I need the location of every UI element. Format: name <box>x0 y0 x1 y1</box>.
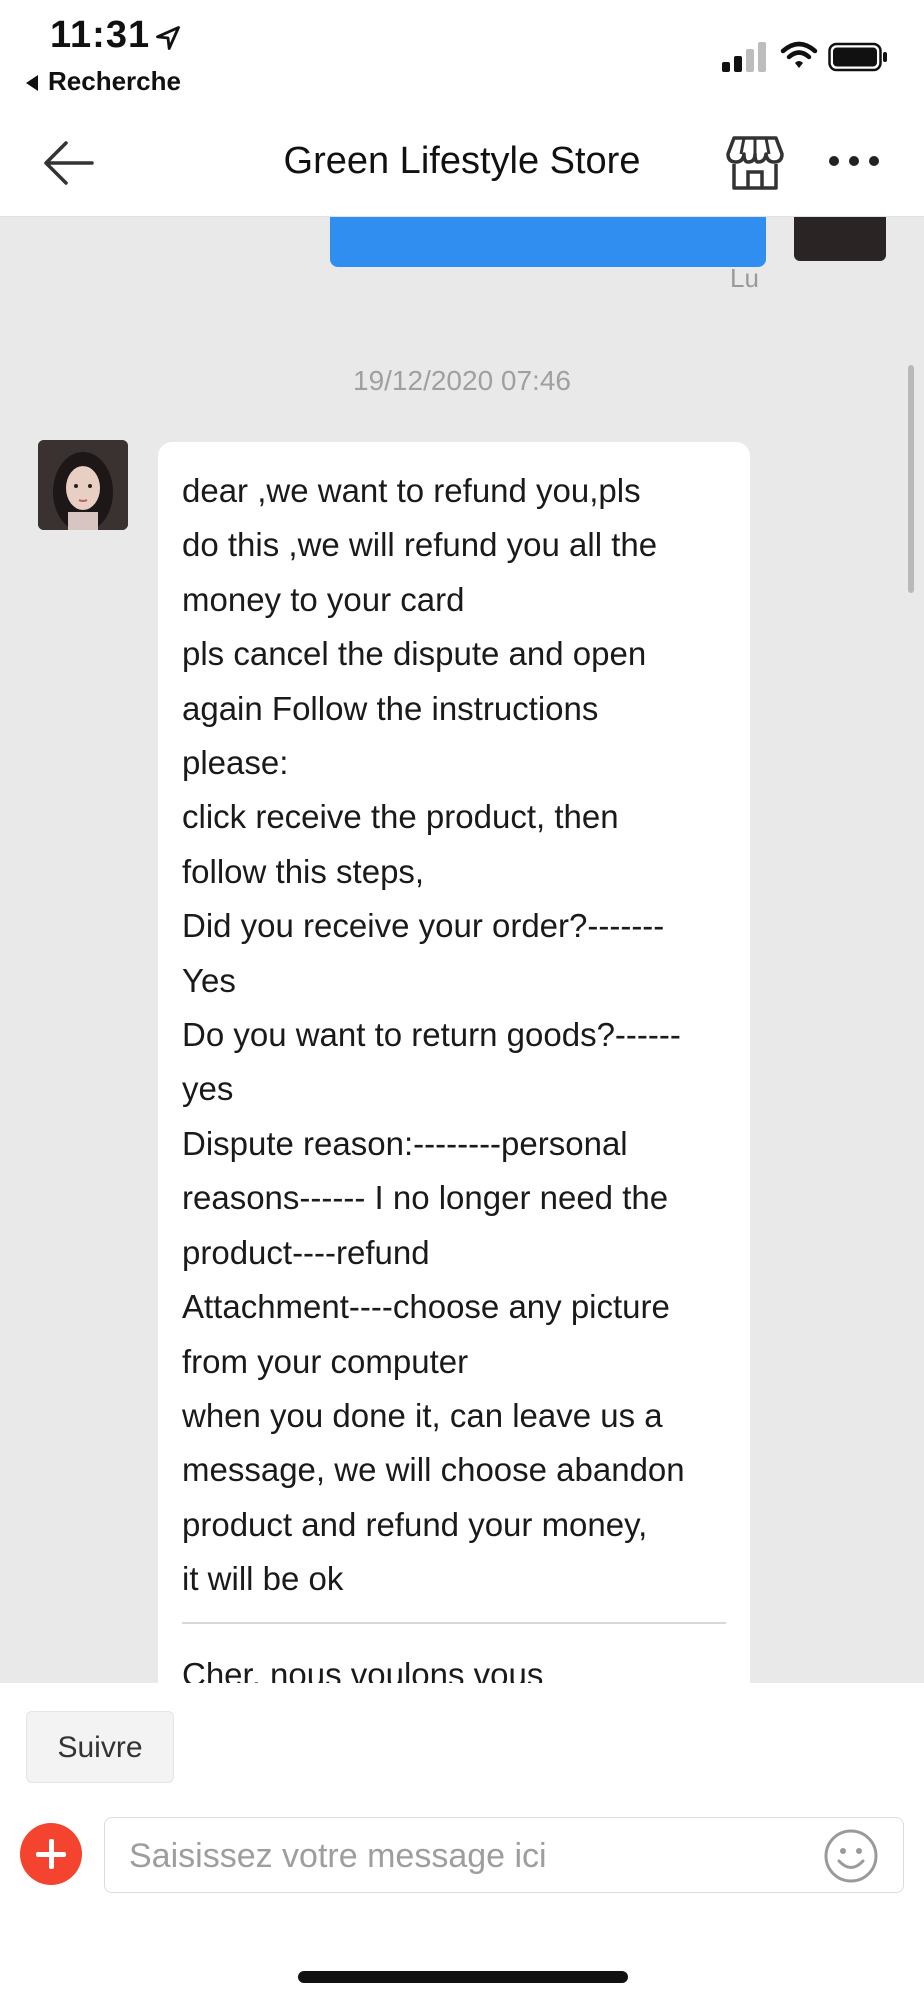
message-line: message, we will choose abandon <box>182 1451 685 1489</box>
store-title: Green Lifestyle Store <box>283 140 641 182</box>
seller-avatar[interactable] <box>38 440 128 530</box>
sent-message-bubble[interactable] <box>330 217 766 267</box>
more-options-icon[interactable] <box>828 146 880 176</box>
message-line: Attachment----choose any picture <box>182 1288 670 1326</box>
message-line: pls cancel the dispute and open <box>182 635 647 673</box>
received-message-bubble[interactable]: dear ,we want to refund you,pls do this … <box>158 442 750 1683</box>
message-line: Dispute reason:--------personal <box>182 1124 628 1162</box>
message-line: click receive the product, then <box>182 798 619 836</box>
message-line: Did you receive your order?------- <box>182 907 665 945</box>
chat-area[interactable]: Lu 19/12/2020 07:46 dear ,we want to ref… <box>0 217 924 1683</box>
message-line: follow this steps, <box>182 852 425 890</box>
status-time: 11:31 <box>50 14 151 56</box>
message-line: from your computer <box>182 1342 469 1380</box>
chat-scrollbar[interactable] <box>908 365 914 593</box>
home-indicator[interactable] <box>298 1971 628 1983</box>
translation-divider <box>182 1621 726 1624</box>
location-arrow-icon <box>156 26 180 50</box>
message-line: reasons------ I no longer need the <box>182 1179 669 1217</box>
message-line: yes <box>182 1070 234 1108</box>
message-line: Yes <box>182 961 236 999</box>
message-input-container[interactable] <box>104 1817 904 1893</box>
message-text-english: dear ,we want to refund you,pls do this … <box>182 464 726 1607</box>
user-avatar[interactable] <box>794 217 886 261</box>
battery-icon <box>828 42 887 72</box>
cellular-signal-icon <box>722 42 766 72</box>
read-receipt: Lu <box>730 263 759 293</box>
message-line: it will be ok <box>182 1560 344 1598</box>
back-triangle-icon <box>26 75 38 92</box>
message-line: when you done it, can leave us a <box>182 1396 663 1434</box>
seller-avatar-image <box>38 440 128 530</box>
message-timestamp: 19/12/2020 07:46 <box>353 365 571 396</box>
message-text-french: Cher, nous voulons vous <box>182 1655 544 1683</box>
store-icon[interactable] <box>724 132 786 194</box>
add-attachment-icon[interactable] <box>20 1823 82 1885</box>
message-line: product----refund <box>182 1233 430 1271</box>
message-input[interactable] <box>127 1828 811 1884</box>
message-line: again Follow the instructions <box>182 689 599 727</box>
chat-header: Green Lifestyle Store <box>0 110 924 217</box>
message-line: Do you want to return goods?------ <box>182 1016 681 1054</box>
back-app-label: Recherche <box>48 66 181 96</box>
follow-button[interactable]: Suivre <box>26 1711 174 1783</box>
status-bar: 11:31 Recherche <box>0 0 924 110</box>
message-line: please: <box>182 744 289 782</box>
back-arrow-icon[interactable] <box>40 138 96 188</box>
message-line: product and refund your money, <box>182 1505 648 1543</box>
emoji-icon[interactable] <box>823 1828 879 1884</box>
composer-area: Suivre <box>0 1683 924 2000</box>
message-line: dear ,we want to refund you,pls <box>182 472 641 509</box>
message-line: money to your card <box>182 580 465 618</box>
back-to-app-link[interactable]: Recherche <box>26 66 181 97</box>
wifi-icon <box>780 41 818 68</box>
message-line: do this ,we will refund you all the <box>182 526 658 564</box>
